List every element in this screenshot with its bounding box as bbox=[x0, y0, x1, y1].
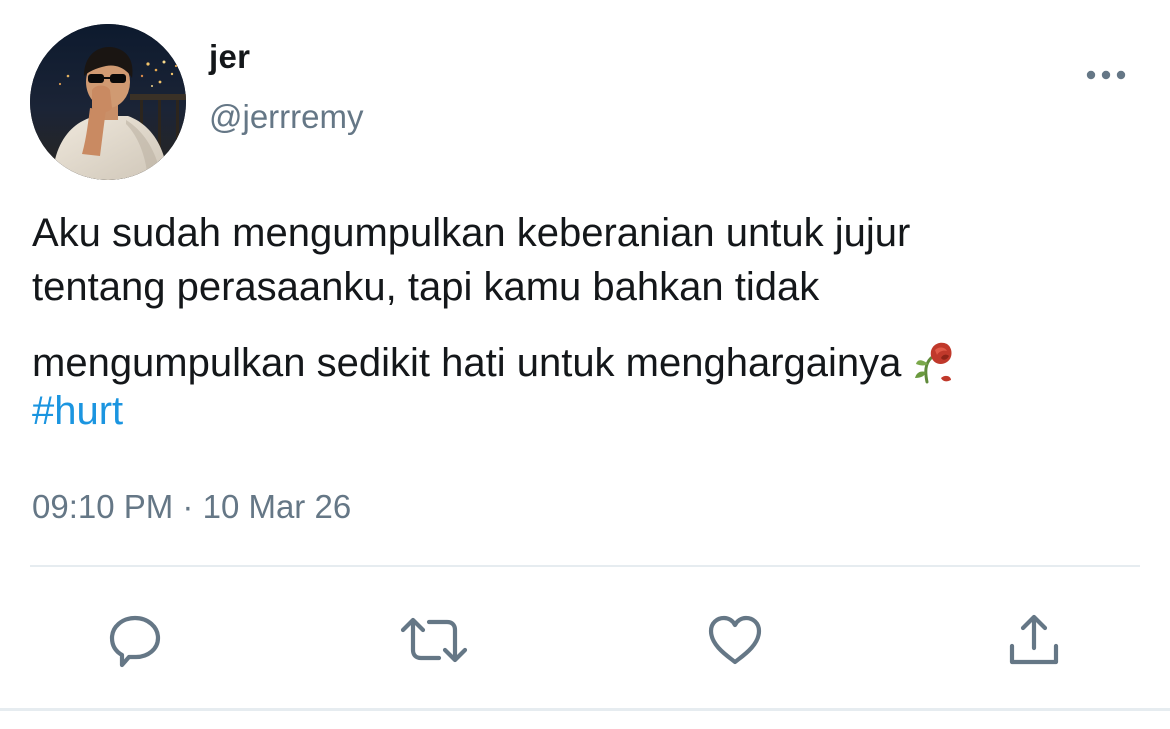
retweet-icon bbox=[400, 617, 468, 663]
retweet-button[interactable] bbox=[399, 605, 469, 675]
tweet-text-line: Aku sudah mengumpulkan keberanian untuk … bbox=[32, 211, 911, 255]
tweet-actions bbox=[0, 605, 1170, 675]
divider bbox=[30, 565, 1140, 567]
reply-button[interactable] bbox=[100, 605, 170, 675]
tweet-text-line: mengumpulkan sedikit hati untuk mengharg… bbox=[32, 338, 955, 384]
tweet-text-line-content: mengumpulkan sedikit hati untuk mengharg… bbox=[32, 341, 902, 385]
bottom-border bbox=[0, 708, 1170, 711]
tweet-timestamp[interactable]: 09:10 PM · 10 Mar 26 bbox=[32, 488, 351, 526]
reply-icon bbox=[109, 615, 161, 668]
user-handle[interactable]: @jerrremy bbox=[209, 98, 364, 136]
tweet-time: 09:10 PM bbox=[32, 488, 174, 525]
heart-icon bbox=[708, 615, 762, 665]
share-icon bbox=[1009, 614, 1059, 665]
like-button[interactable] bbox=[700, 605, 770, 675]
meta-separator: · bbox=[182, 488, 194, 525]
profile-photo-icon bbox=[30, 24, 186, 180]
more-icon bbox=[1086, 70, 1126, 80]
tweet-text-line: tentang perasaanku, tapi kamu bahkan tid… bbox=[32, 265, 820, 309]
more-options-button[interactable] bbox=[1080, 60, 1132, 90]
tweet-hashtag-line: #hurt bbox=[32, 391, 123, 431]
wilted-flower-icon bbox=[911, 338, 955, 384]
tweet-date: 10 Mar 26 bbox=[202, 488, 352, 525]
hashtag-link[interactable]: #hurt bbox=[32, 389, 123, 433]
display-name[interactable]: jer bbox=[209, 38, 250, 76]
share-button[interactable] bbox=[999, 605, 1069, 675]
avatar[interactable] bbox=[30, 24, 186, 180]
tweet-card: jer @jerrremy Aku sudah mengumpulkan keb… bbox=[0, 0, 1170, 729]
